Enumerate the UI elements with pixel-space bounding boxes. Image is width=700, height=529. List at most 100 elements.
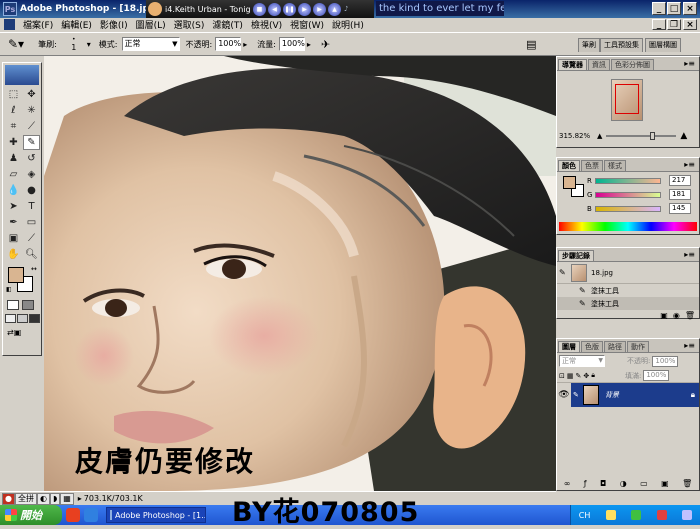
tab-history[interactable]: 步驟記錄 <box>558 250 594 261</box>
tab-layers[interactable]: 圖層 <box>558 341 580 352</box>
quick-mask-mode-icon[interactable] <box>22 300 34 310</box>
menu-file[interactable]: 檔案(F) <box>19 18 57 31</box>
lock-transparency-icon[interactable]: ▦ <box>567 372 574 380</box>
zoom-out-icon[interactable]: ▲ <box>597 132 602 140</box>
panel-menu-icon[interactable]: ▸≡ <box>684 250 695 259</box>
layer-row-background[interactable]: 👁︎ ✎ 背景 🔒︎ <box>557 383 699 407</box>
foreground-color-swatch[interactable] <box>8 267 24 283</box>
zoom-tool-icon[interactable]: 🔍︎ <box>23 247 40 262</box>
flow-slider-icon[interactable]: ▸ <box>307 40 311 49</box>
new-snapshot-icon[interactable]: ◉ <box>673 311 680 320</box>
new-layer-icon[interactable]: ▣ <box>661 479 669 488</box>
history-brush-tool-icon[interactable]: ↺ <box>23 151 40 166</box>
ime-keyboard-icon[interactable]: ▦ <box>60 492 74 505</box>
brush-tool-icon[interactable]: ✎ <box>23 135 40 150</box>
play-icon[interactable]: ▶ <box>298 2 311 16</box>
document-icon[interactable] <box>4 19 15 30</box>
opacity-input[interactable]: 100% <box>215 37 242 51</box>
swap-colors-icon[interactable]: ↔ <box>31 265 37 273</box>
history-source-brush-icon[interactable]: ✎ <box>559 268 571 277</box>
eraser-tool-icon[interactable]: ▱ <box>5 167 22 182</box>
slice-tool-icon[interactable]: ⟋ <box>23 119 40 134</box>
marquee-tool-icon[interactable]: ⬚ <box>5 87 22 102</box>
opacity-slider-icon[interactable]: ▸ <box>243 40 247 49</box>
pause-icon[interactable]: ❚❚ <box>283 2 296 16</box>
color-fg-swatch[interactable] <box>563 176 576 189</box>
healing-brush-tool-icon[interactable]: ✚ <box>5 135 22 150</box>
tab-color[interactable]: 顏色 <box>558 160 580 171</box>
adjustment-layer-icon[interactable]: ◑ <box>620 479 627 488</box>
flow-input[interactable]: 100% <box>278 37 305 51</box>
lasso-tool-icon[interactable]: ℓ <box>5 103 22 118</box>
ime-punct-icon[interactable]: ◗ <box>49 492 61 505</box>
tab-actions[interactable]: 動作 <box>627 341 649 352</box>
ime-logo-icon[interactable]: ● <box>2 492 15 505</box>
full-screen-menu-mode-icon[interactable] <box>17 314 28 323</box>
channel-b-slider[interactable] <box>595 205 661 212</box>
lock-image-icon[interactable]: ✎ <box>576 372 582 380</box>
notes-tool-icon[interactable]: ▣ <box>5 231 22 246</box>
menu-help[interactable]: 說明(H) <box>328 18 368 31</box>
channel-g-slider[interactable] <box>595 191 661 198</box>
add-mask-icon[interactable]: ◘ <box>600 479 606 488</box>
color-ramp-spectrum[interactable] <box>559 222 697 231</box>
taskbar-photoshop-button[interactable]: Adobe Photoshop - [1... <box>106 507 206 523</box>
brush-picker[interactable]: • 1 <box>61 36 87 52</box>
previous-icon[interactable]: ◀ <box>268 2 281 16</box>
delete-state-icon[interactable]: 🗑︎ <box>685 311 695 320</box>
layer-visibility-eye-icon[interactable]: 👁︎ <box>557 383 571 407</box>
document-canvas[interactable] <box>44 56 556 491</box>
paint-bucket-tool-icon[interactable]: ◈ <box>23 167 40 182</box>
menu-edit[interactable]: 編輯(E) <box>57 18 96 31</box>
magic-wand-tool-icon[interactable]: ✳ <box>23 103 40 118</box>
doc-minimize-button[interactable]: _ <box>652 19 666 30</box>
panel-menu-icon[interactable]: ▸≡ <box>684 341 695 350</box>
doc-close-button[interactable]: × <box>683 19 697 30</box>
standard-screen-mode-icon[interactable] <box>5 314 16 323</box>
move-tool-icon[interactable]: ✥ <box>23 87 40 102</box>
type-tool-icon[interactable]: T <box>23 199 40 214</box>
new-group-icon[interactable]: ▭ <box>640 479 648 488</box>
lock-position-icon[interactable]: ✥ <box>583 372 589 380</box>
dodge-tool-icon[interactable]: ● <box>23 183 40 198</box>
tab-styles[interactable]: 樣式 <box>604 160 626 171</box>
navigator-view-box[interactable] <box>615 84 639 114</box>
jump-to-imageready-icon[interactable]: ⇄▣ <box>7 328 41 337</box>
next-icon[interactable]: ▶ <box>313 2 326 16</box>
panel-menu-icon[interactable]: ▸≡ <box>684 160 695 169</box>
menu-view[interactable]: 檢視(V) <box>247 18 286 31</box>
menu-image[interactable]: 影像(I) <box>96 18 132 31</box>
tab-navigator[interactable]: 導覽器 <box>558 59 587 70</box>
blend-mode-select[interactable]: 正常 ▼ <box>559 355 605 367</box>
layer-style-icon[interactable]: ƒ <box>584 479 587 488</box>
tab-info[interactable]: 資訊 <box>588 59 610 70</box>
quicklaunch-icon-1[interactable] <box>66 508 80 522</box>
path-selection-tool-icon[interactable]: ➤ <box>5 199 22 214</box>
tray-icon-1[interactable] <box>605 510 616 520</box>
menu-window[interactable]: 視窗(W) <box>286 18 328 31</box>
delete-layer-icon[interactable]: 🗑︎ <box>682 479 692 488</box>
doc-restore-button[interactable]: ❐ <box>667 19 681 30</box>
history-snapshot-row[interactable]: ✎ 18.jpg <box>557 262 699 284</box>
well-tab-brushes[interactable]: 筆刷 <box>578 38 600 52</box>
well-tab-layer-comps[interactable]: 圖層構圖 <box>645 38 681 52</box>
default-colors-icon[interactable]: ◧ <box>6 286 12 293</box>
stop-icon[interactable]: ■ <box>253 2 266 16</box>
lock-all-icon[interactable]: 🔒︎ <box>591 371 595 380</box>
crop-tool-icon[interactable]: ⌗ <box>5 119 22 134</box>
navigator-thumbnail[interactable] <box>611 79 643 121</box>
panel-menu-icon[interactable]: ▸≡ <box>684 59 695 68</box>
history-state[interactable]: ✎ 塗抹工具 <box>557 284 699 297</box>
channel-r-slider[interactable] <box>595 177 661 184</box>
tab-swatches[interactable]: 色票 <box>581 160 603 171</box>
eject-icon[interactable]: ▲ <box>328 2 341 16</box>
channel-r-value[interactable]: 217 <box>669 175 691 186</box>
full-screen-mode-icon[interactable] <box>29 314 40 323</box>
zoom-in-icon[interactable]: ▲ <box>680 131 687 141</box>
eyedropper-tool-icon[interactable]: ⟋ <box>23 231 40 246</box>
photoshop-app-icon[interactable]: Ps <box>3 2 17 16</box>
palette-well-icon[interactable]: ▤ <box>526 38 536 51</box>
zoom-slider[interactable] <box>606 132 677 140</box>
tab-channels[interactable]: 色版 <box>581 341 603 352</box>
tab-paths[interactable]: 路徑 <box>604 341 626 352</box>
